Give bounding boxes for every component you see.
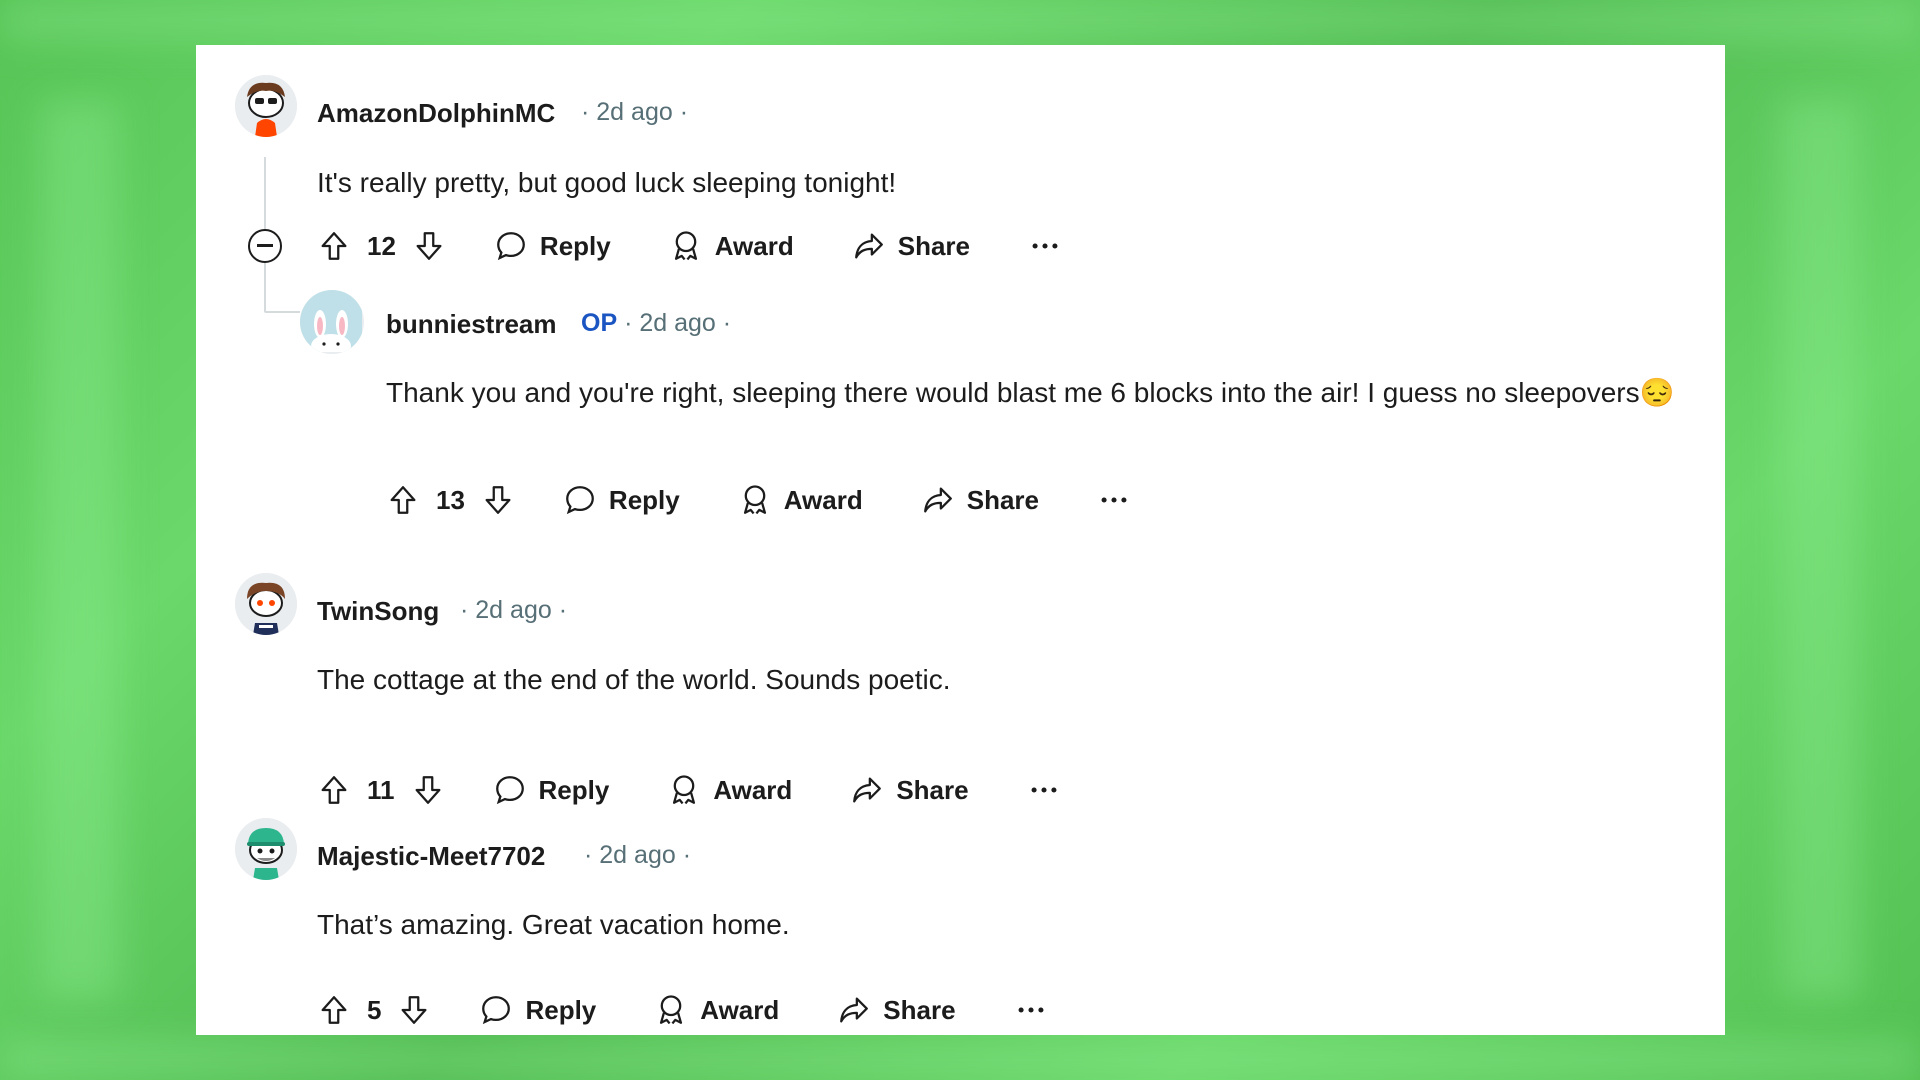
comment-username[interactable]: Majestic-Meet7702 <box>317 841 545 872</box>
comment-time[interactable]: 2d ago <box>639 309 715 337</box>
downvote-arrow-icon <box>416 232 442 260</box>
comments-card: AmazonDolphinMC · 2d ago · It's really p… <box>196 45 1725 1035</box>
comment-bubble-icon <box>495 776 524 805</box>
award-label: Award <box>713 774 793 805</box>
comment-time[interactable]: 2d ago <box>599 841 675 869</box>
comment-text: The cottage at the end of the world. Sou… <box>317 664 951 695</box>
avatar[interactable] <box>235 75 297 137</box>
upvote-button[interactable] <box>317 229 351 263</box>
share-button[interactable]: Share <box>852 229 970 263</box>
award-ribbon-icon <box>673 775 696 805</box>
comment-meta: · 2d ago · <box>584 841 692 869</box>
award-button[interactable]: Award <box>654 993 779 1027</box>
comment-meta: · 2d ago · <box>460 596 568 624</box>
comment-text: Thank you and you're right, sleeping the… <box>386 377 1675 408</box>
comment-actions: 11 Reply Award Share <box>317 768 1061 812</box>
thread-branch <box>264 311 300 313</box>
upvote-button[interactable] <box>386 483 420 517</box>
more-options-button[interactable] <box>1028 229 1062 263</box>
award-button[interactable]: Award <box>667 773 792 807</box>
op-badge: OP <box>581 309 618 337</box>
downvote-arrow-icon <box>415 776 440 804</box>
avatar[interactable] <box>300 290 364 354</box>
comment-bubble-icon <box>566 486 594 515</box>
award-ribbon-icon <box>743 485 766 515</box>
downvote-arrow-icon <box>485 486 511 514</box>
downvote-arrow-icon <box>402 996 427 1024</box>
share-button[interactable]: Share <box>850 773 969 807</box>
share-button[interactable]: Share <box>921 483 1039 517</box>
snoo-sunglasses-avatar-icon <box>235 75 297 137</box>
more-dots-icon <box>1101 497 1127 503</box>
award-button[interactable]: Award <box>738 483 863 517</box>
thread-line <box>264 263 266 311</box>
comment-meta: · 2d ago · <box>581 98 689 126</box>
upvote-arrow-icon <box>321 776 347 804</box>
award-ribbon-icon <box>660 995 683 1025</box>
share-button[interactable]: Share <box>837 993 956 1027</box>
more-dots-icon <box>1032 243 1058 249</box>
downvote-button[interactable] <box>481 483 515 517</box>
share-label: Share <box>896 774 969 805</box>
reply-button[interactable]: Reply <box>494 229 611 263</box>
bunny-avatar-icon <box>300 290 362 352</box>
avatar[interactable] <box>235 573 297 635</box>
reply-label: Reply <box>525 994 597 1025</box>
more-options-button[interactable] <box>1027 773 1061 807</box>
upvote-button[interactable] <box>317 993 351 1027</box>
reply-label: Reply <box>539 230 611 261</box>
comment-time[interactable]: 2d ago <box>475 596 551 624</box>
comment-text: That’s amazing. Great vacation home. <box>317 909 790 940</box>
collapse-thread-button[interactable] <box>248 229 282 263</box>
award-label: Award <box>783 484 863 515</box>
vote-count: 11 <box>367 774 395 805</box>
comment-username[interactable]: bunniestream <box>386 309 557 340</box>
comment-username[interactable]: AmazonDolphinMC <box>317 98 555 129</box>
award-label: Award <box>714 230 794 261</box>
comment-bubble-icon <box>482 996 511 1025</box>
vote-count: 5 <box>367 994 382 1025</box>
upvote-arrow-icon <box>321 996 347 1024</box>
share-label: Share <box>883 994 956 1025</box>
more-dots-icon <box>1031 787 1057 793</box>
share-arrow-icon <box>854 233 883 259</box>
reply-button[interactable]: Reply <box>563 483 680 517</box>
downvote-button[interactable] <box>412 229 446 263</box>
snoo-hair-avatar-icon <box>235 573 297 635</box>
more-options-button[interactable] <box>1014 993 1048 1027</box>
share-label: Share <box>897 230 970 261</box>
downvote-button[interactable] <box>411 773 445 807</box>
snoo-cap-avatar-icon <box>235 818 297 880</box>
award-label: Award <box>700 994 780 1025</box>
downvote-button[interactable] <box>397 993 431 1027</box>
upvote-arrow-icon <box>390 486 416 514</box>
more-options-button[interactable] <box>1097 483 1131 517</box>
award-button[interactable]: Award <box>669 229 794 263</box>
comment-actions: 12 Reply Award Share <box>317 224 1062 268</box>
comment-text: It's really pretty, but good luck sleepi… <box>317 167 897 198</box>
share-arrow-icon <box>923 487 952 513</box>
reply-button[interactable]: Reply <box>479 993 596 1027</box>
share-arrow-icon <box>840 997 869 1023</box>
upvote-arrow-icon <box>321 232 347 260</box>
share-label: Share <box>966 484 1039 515</box>
comment-actions: 5 Reply Award Share <box>317 988 1048 1032</box>
reply-label: Reply <box>538 774 610 805</box>
avatar[interactable] <box>235 818 297 880</box>
share-arrow-icon <box>853 777 882 803</box>
comment-actions: 13 Reply Award Share <box>386 478 1131 522</box>
upvote-button[interactable] <box>317 773 351 807</box>
reply-label: Reply <box>608 484 680 515</box>
reply-button[interactable]: Reply <box>493 773 610 807</box>
more-dots-icon <box>1018 1007 1044 1013</box>
vote-count: 13 <box>436 484 465 515</box>
award-ribbon-icon <box>674 231 697 261</box>
comment-time[interactable]: 2d ago <box>596 98 672 126</box>
vote-count: 12 <box>367 230 396 261</box>
comment-username[interactable]: TwinSong <box>317 596 439 627</box>
comment-meta: OP · 2d ago · <box>581 309 732 337</box>
comment-bubble-icon <box>497 232 525 261</box>
